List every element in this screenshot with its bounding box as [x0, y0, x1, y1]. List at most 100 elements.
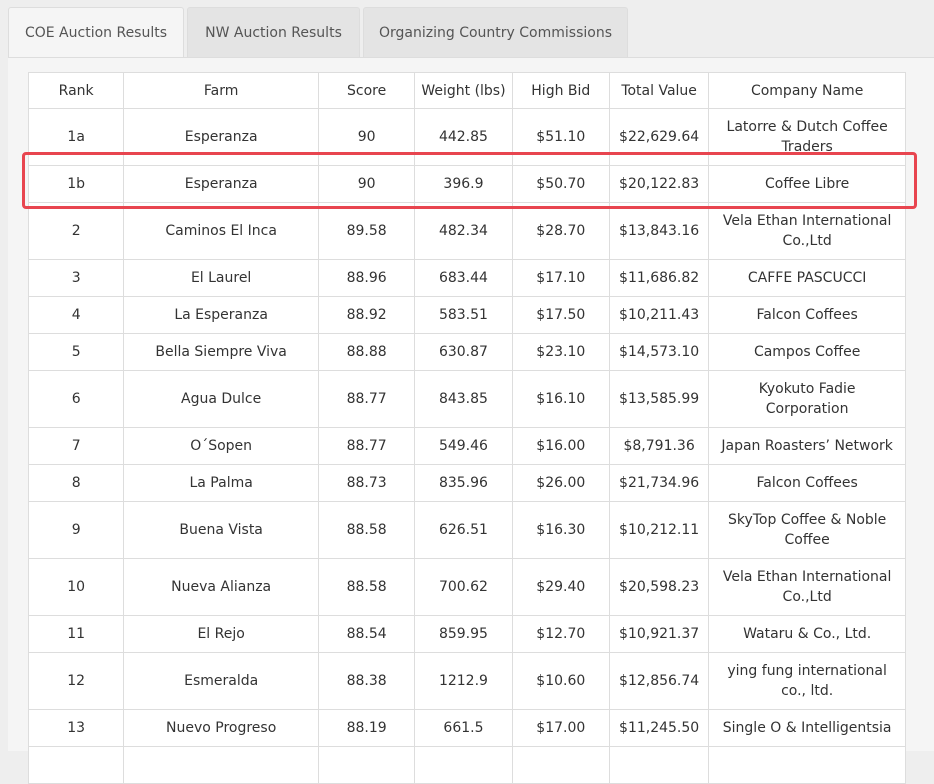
cell-rank: 1b [27, 165, 125, 203]
tab-panel: Rank Farm Score Weight (lbs) High Bid To… [8, 57, 934, 784]
cell-weight: 661.5 [414, 709, 513, 747]
table-row: 7 O´Sopen 88.77 549.46 $16.00 $8,791.36 Japan … [27, 427, 906, 465]
table-row: 1a Esperanza 90 442.85 $51.10 $22,629.64 Lator… [27, 108, 906, 166]
cell-rank: 9 [27, 501, 125, 559]
table-row: 2 Caminos El Inca 89.58 482.34 $28.70 $13,843… [27, 202, 906, 260]
cell-weight: 835.96 [414, 464, 513, 502]
cell-company-name: SkyTop Coffee & Noble Coffee [708, 501, 906, 559]
cell-total-value: $13,843.16 [608, 202, 710, 260]
cell-total-value: $14,573.10 [608, 333, 710, 371]
cell-high-bid: $16.10 [511, 370, 610, 428]
cell-high-bid: $12.70 [511, 615, 610, 653]
cell-score: 88.58 [317, 558, 416, 616]
cell-rank: 6 [27, 370, 125, 428]
cell-score [317, 746, 416, 784]
cell-high-bid: $17.00 [511, 709, 610, 747]
cell-score: 88.77 [317, 427, 416, 465]
cell-weight: 843.85 [414, 370, 513, 428]
cell-farm: Agua Dulce [123, 370, 319, 428]
column-header-rank[interactable]: Rank [27, 72, 125, 109]
table-row: 5 Bella Siempre Viva 88.88 630.87 $23.10 $14,… [27, 333, 906, 371]
column-header-company-name[interactable]: Company Name [708, 72, 906, 109]
cell-farm: Bella Siempre Viva [123, 333, 319, 371]
cell-rank: 5 [27, 333, 125, 371]
cell-weight: 583.51 [414, 296, 513, 334]
cell-rank: 7 [27, 427, 125, 465]
cell-rank: 8 [27, 464, 125, 502]
cell-total-value: $10,212.11 [608, 501, 710, 559]
tab-coe-auction-results[interactable]: COE Auction Results [8, 7, 184, 58]
cell-score: 88.77 [317, 370, 416, 428]
cell-score: 88.96 [317, 259, 416, 297]
cell-farm: Nuevo Progreso [123, 709, 319, 747]
cell-farm: Nueva Alianza [123, 558, 319, 616]
cell-rank: 1a [27, 108, 125, 166]
cell-high-bid: $51.10 [511, 108, 610, 166]
cell-company-name: Wataru & Co., Ltd. [708, 615, 906, 653]
cell-total-value: $10,921.37 [608, 615, 710, 653]
cell-total-value: $21,734.96 [608, 464, 710, 502]
cell-score: 88.92 [317, 296, 416, 334]
cell-total-value: $11,686.82 [608, 259, 710, 297]
cell-high-bid: $16.00 [511, 427, 610, 465]
column-header-high-bid[interactable]: High Bid [511, 72, 610, 109]
cell-farm: Esmeralda [123, 652, 319, 710]
cell-total-value [608, 746, 710, 784]
cell-company-name [708, 746, 906, 784]
cell-farm: Buena Vista [123, 501, 319, 559]
cell-score: 90 [317, 165, 416, 203]
cell-farm: Esperanza [123, 108, 319, 166]
cell-high-bid: $28.70 [511, 202, 610, 260]
cell-company-name: Single O & Intelligentsia [708, 709, 906, 747]
tab-organizing-country-commissions[interactable]: Organizing Country Commissions [363, 7, 628, 57]
cell-high-bid: $17.50 [511, 296, 610, 334]
cell-weight: 683.44 [414, 259, 513, 297]
tab-nw-auction-results[interactable]: NW Auction Results [187, 7, 360, 57]
cell-total-value: $20,598.23 [608, 558, 710, 616]
cell-rank: 11 [27, 615, 125, 653]
cell-weight: 630.87 [414, 333, 513, 371]
column-header-farm[interactable]: Farm [123, 72, 319, 109]
table-row: 1b Esperanza 90 396.9 $50.70 $20,122.83 Coffee… [27, 165, 906, 203]
cell-total-value: $11,245.50 [608, 709, 710, 747]
cell-farm: O´Sopen [123, 427, 319, 465]
table-row: 11 El Rejo 88.54 859.95 $12.70 $10,921.37 Wata… [27, 615, 906, 653]
column-header-total-value[interactable]: Total Value [608, 72, 710, 109]
cell-weight: 482.34 [414, 202, 513, 260]
cell-high-bid: $16.30 [511, 501, 610, 559]
table-row: 4 La Esperanza 88.92 583.51 $17.50 $10,211.43… [27, 296, 906, 334]
cell-company-name: Kyokuto Fadie Corporation [708, 370, 906, 428]
table-row: 12 Esmeralda 88.38 1212.9 $10.60 $12,856.74 yi… [27, 652, 906, 710]
cell-score: 88.88 [317, 333, 416, 371]
auction-results-table: Rank Farm Score Weight (lbs) High Bid To… [27, 72, 906, 784]
table-row: 13 Nuevo Progreso 88.19 661.5 $17.00 $11,245.… [27, 709, 906, 747]
table-header: Rank Farm Score Weight (lbs) High Bid To… [27, 72, 906, 109]
cell-company-name: Coffee Libre [708, 165, 906, 203]
cell-total-value: $10,211.43 [608, 296, 710, 334]
cell-total-value: $20,122.83 [608, 165, 710, 203]
cell-high-bid: $50.70 [511, 165, 610, 203]
cell-farm: Esperanza [123, 165, 319, 203]
cell-total-value: $8,791.36 [608, 427, 710, 465]
cell-total-value: $12,856.74 [608, 652, 710, 710]
table-body: 1a Esperanza 90 442.85 $51.10 $22,629.64 Lator… [27, 108, 906, 784]
cell-high-bid: $10.60 [511, 652, 610, 710]
column-header-score[interactable]: Score [317, 72, 416, 109]
table-row: 3 El Laurel 88.96 683.44 $17.10 $11,686.82 CAF… [27, 259, 906, 297]
cell-weight: 700.62 [414, 558, 513, 616]
cell-farm: El Laurel [123, 259, 319, 297]
cell-weight: 859.95 [414, 615, 513, 653]
cell-company-name: Campos Coffee [708, 333, 906, 371]
cell-total-value: $22,629.64 [608, 108, 710, 166]
cell-weight: 442.85 [414, 108, 513, 166]
cell-farm: Caminos El Inca [123, 202, 319, 260]
cell-company-name: Vela Ethan International Co.,Ltd [708, 558, 906, 616]
cell-score: 88.38 [317, 652, 416, 710]
cell-company-name: Vela Ethan International Co.,Ltd [708, 202, 906, 260]
cell-high-bid: $23.10 [511, 333, 610, 371]
column-header-weight[interactable]: Weight (lbs) [414, 72, 513, 109]
cell-high-bid: $29.40 [511, 558, 610, 616]
cell-weight: 1212.9 [414, 652, 513, 710]
cell-high-bid [511, 746, 610, 784]
cell-score: 88.73 [317, 464, 416, 502]
